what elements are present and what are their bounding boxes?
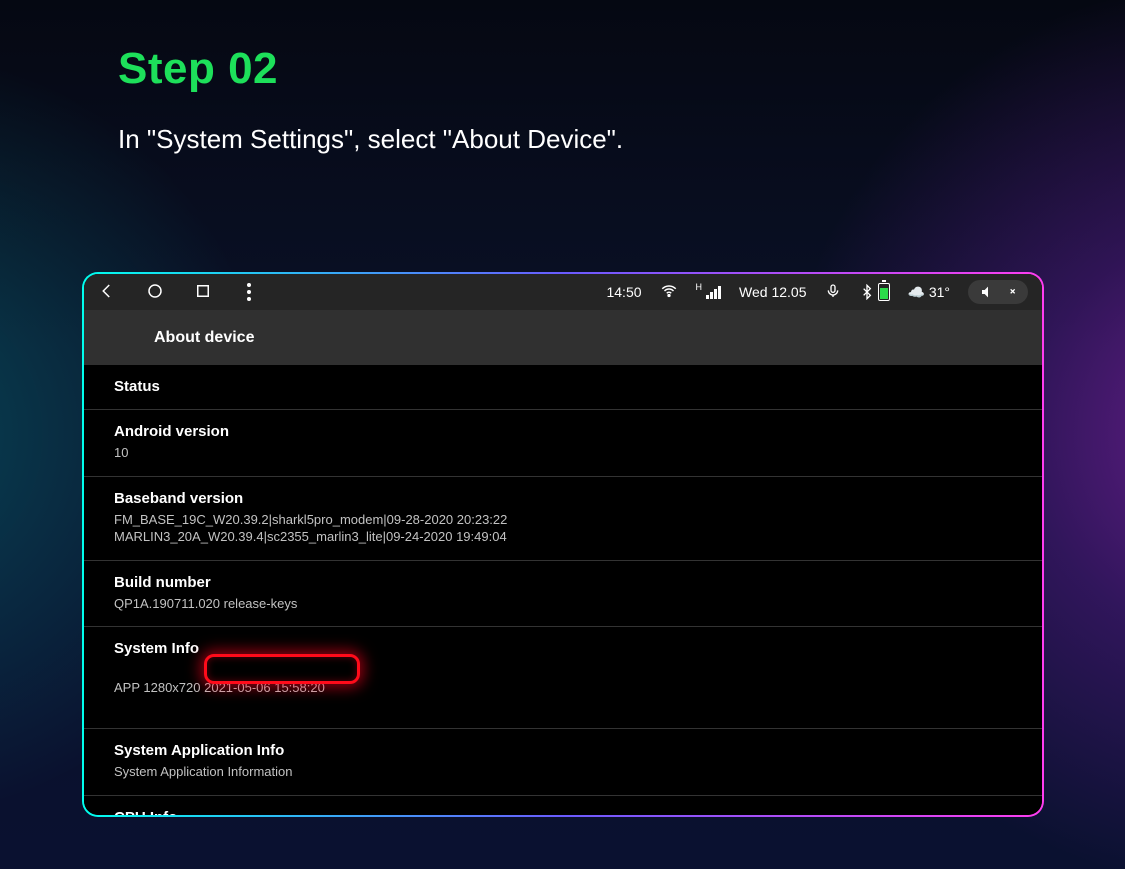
row-baseband-version[interactable]: Baseband version FM_BASE_19C_W20.39.2|sh… [84,477,1042,561]
status-bar: 14:50 H Wed 12.05 ☁️ 31° [84,274,1042,310]
mute-button[interactable] [968,280,1028,304]
date: Wed 12.05 [739,284,806,300]
row-android-version[interactable]: Android version 10 [84,410,1042,477]
row-subtitle: 10 [114,444,1012,462]
recent-icon[interactable] [194,282,212,303]
row-title: Status [114,378,1012,395]
instruction-text: In "System Settings", select "About Devi… [118,124,623,155]
wifi-icon [660,282,678,303]
row-system-info[interactable]: System Info APP 1280x720 2021-05-06 15:5… [84,627,1042,729]
temperature: 31° [929,284,950,300]
battery-icon [878,283,890,301]
clock: 14:50 [606,284,641,300]
row-title: System Info [114,640,1012,657]
row-system-app-info[interactable]: System Application Info System Applicati… [84,729,1042,796]
weather: ☁️ 31° [908,284,951,301]
more-icon[interactable] [247,283,251,301]
signal-icon [706,285,721,299]
settings-list: Status Android version 10 Baseband versi… [84,365,1042,815]
back-icon[interactable] [98,282,116,303]
page-title: About device [84,310,1042,365]
device-screen: 14:50 H Wed 12.05 ☁️ 31° [84,274,1042,815]
row-title: Android version [114,423,1012,440]
row-cpu-info[interactable]: CPU Info CPU:UMS512 Octa-Core@4.0 GB(Mem… [84,796,1042,815]
status-right: 14:50 H Wed 12.05 ☁️ 31° [606,280,1028,304]
row-title: System Application Info [114,742,1012,759]
row-title: Baseband version [114,490,1012,507]
weather-icon: ☁️ [908,284,925,300]
home-icon[interactable] [146,282,164,303]
bluetooth-icon [859,283,890,301]
step-title: Step 02 [118,44,278,94]
system-info-value: APP 1280x720 2021-05-06 15:58:20 [114,680,325,695]
device-frame: 14:50 H Wed 12.05 ☁️ 31° [82,272,1044,817]
row-title: Build number [114,574,1012,591]
nav-buttons [98,282,251,303]
row-status[interactable]: Status [84,365,1042,410]
row-subtitle: APP 1280x720 2021-05-06 15:58:20 [114,661,325,714]
mic-icon [825,283,841,302]
row-subtitle: QP1A.190711.020 release-keys [114,595,1012,613]
row-build-number[interactable]: Build number QP1A.190711.020 release-key… [84,561,1042,628]
row-subtitle: System Application Information [114,763,1012,781]
network-type: H [696,282,703,292]
row-subtitle: FM_BASE_19C_W20.39.2|sharkl5pro_modem|09… [114,511,1012,546]
row-title: CPU Info [114,809,1012,815]
